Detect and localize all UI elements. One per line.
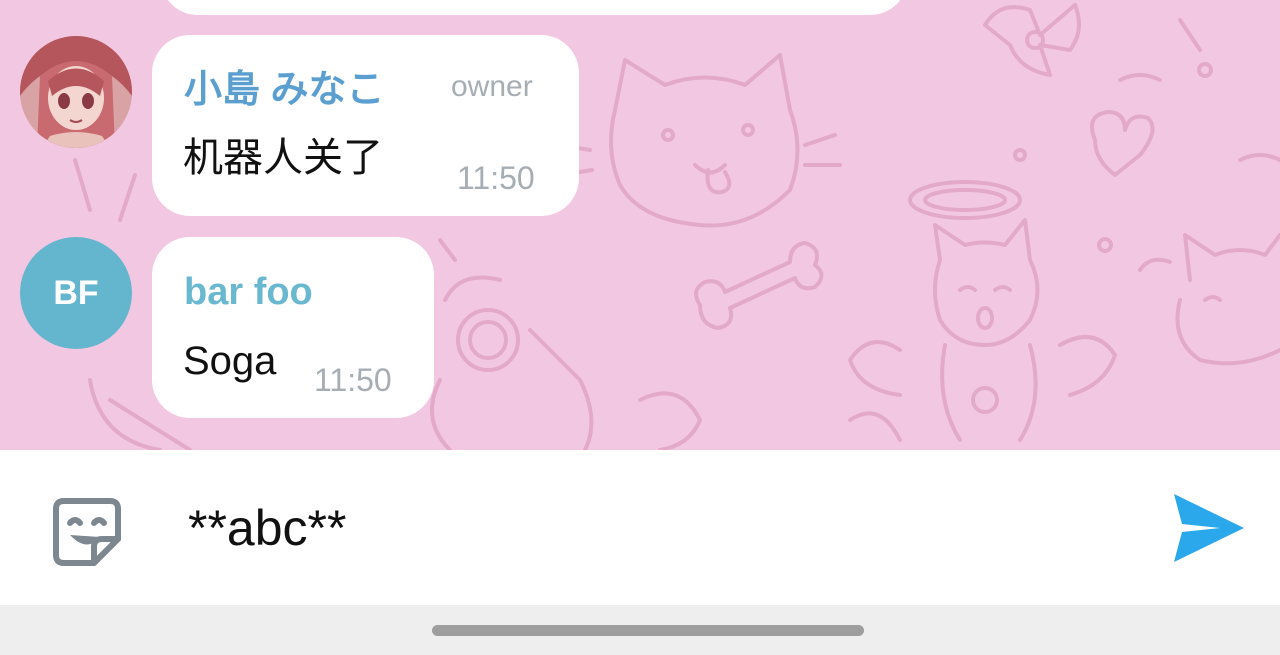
message-text: 机器人关了 bbox=[183, 136, 383, 180]
send-icon[interactable] bbox=[1168, 490, 1248, 566]
anime-girl-avatar[interactable] bbox=[20, 36, 132, 148]
home-indicator[interactable] bbox=[432, 625, 864, 636]
owner-badge: owner bbox=[451, 70, 533, 103]
message-time: 11:50 bbox=[314, 362, 392, 398]
message-input[interactable] bbox=[188, 498, 1128, 558]
navigation-bar bbox=[0, 605, 1280, 655]
message-bubble[interactable]: 小島 みなこ owner 机器人关了 11:50 bbox=[152, 35, 579, 216]
avatar-illustration bbox=[20, 36, 132, 148]
sender-name[interactable]: bar foo bbox=[184, 273, 313, 311]
chat-area[interactable]: 小島 みなこ owner 机器人关了 11:50 BF bar foo Soga… bbox=[0, 0, 1280, 450]
message-time: 11:50 bbox=[457, 160, 535, 196]
sender-name[interactable]: 小島 みなこ bbox=[184, 71, 385, 109]
user-avatar[interactable]: BF bbox=[20, 237, 132, 349]
avatar-initials: BF bbox=[53, 273, 99, 312]
sticker-emoji-icon[interactable] bbox=[50, 495, 124, 569]
message-bubble[interactable]: bar foo Soga 11:50 bbox=[152, 237, 434, 418]
message-text: Soga bbox=[183, 339, 277, 383]
previous-message-bubble[interactable] bbox=[160, 0, 908, 15]
message-composer bbox=[0, 450, 1280, 605]
